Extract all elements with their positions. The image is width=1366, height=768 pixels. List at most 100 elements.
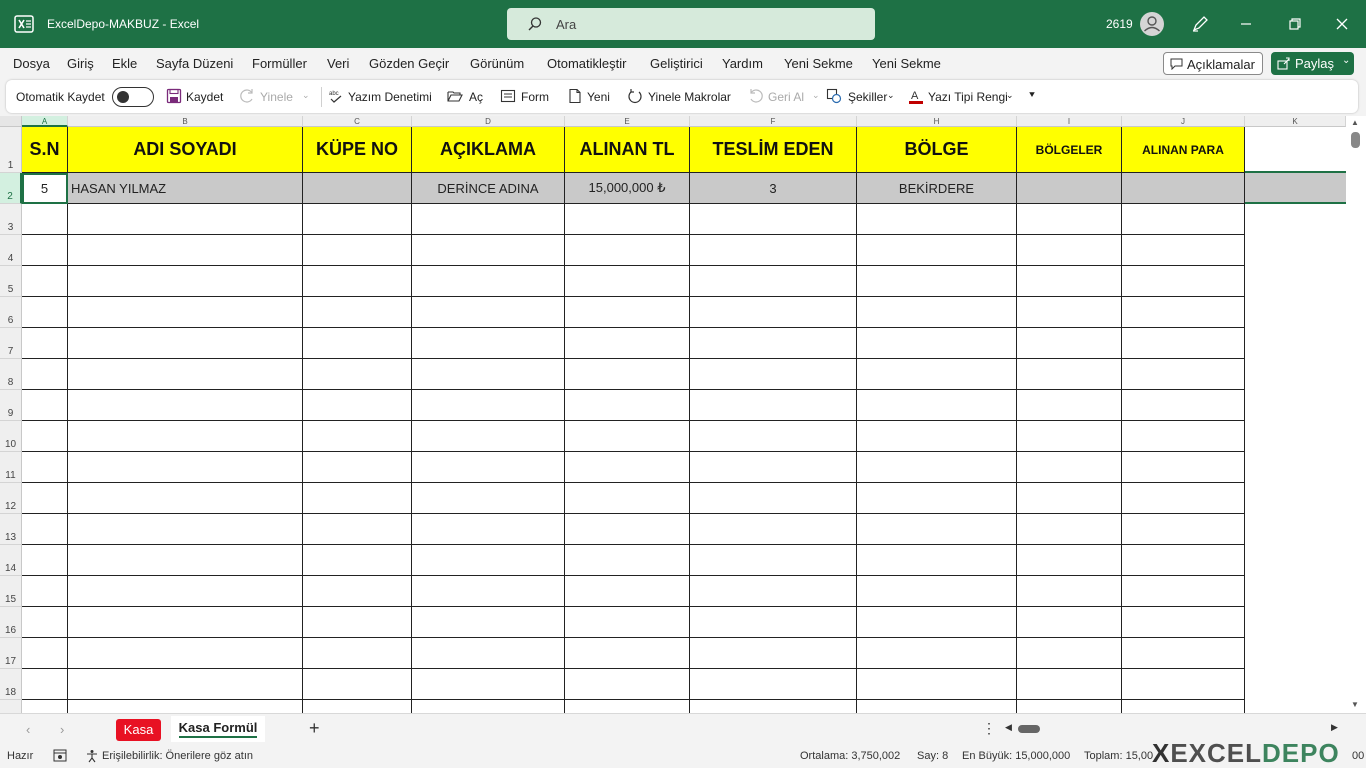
- header-cell-bolgeler[interactable]: BÖLGELER: [1017, 127, 1122, 173]
- prev-sheet-icon[interactable]: ‹: [26, 722, 30, 737]
- new-button[interactable]: Yeni: [587, 90, 610, 104]
- row-header-10[interactable]: 10: [0, 421, 22, 452]
- save-icon[interactable]: [166, 88, 182, 104]
- cell-k1[interactable]: [1245, 127, 1346, 173]
- header-cell-alinan-para[interactable]: ALINAN PARA: [1122, 127, 1245, 173]
- cell-a2[interactable]: 5: [22, 173, 68, 204]
- restore-icon[interactable]: [1282, 12, 1306, 36]
- share-button[interactable]: Paylaş ⌄: [1271, 52, 1354, 75]
- tab-yeni-sekme-1[interactable]: Yeni Sekme: [784, 56, 853, 71]
- accessibility-status[interactable]: Erişilebilirlik: Önerilere göz atın: [102, 750, 253, 762]
- column-header-b[interactable]: B: [68, 116, 303, 127]
- horizontal-scroll-thumb[interactable]: [1018, 725, 1040, 733]
- scroll-up-icon[interactable]: ▲: [1351, 118, 1359, 127]
- column-header-e[interactable]: E: [565, 116, 690, 127]
- tab-yardim[interactable]: Yardım: [722, 56, 763, 71]
- undo-icon[interactable]: [748, 88, 764, 104]
- row-header-16[interactable]: 16: [0, 607, 22, 638]
- cell-h2[interactable]: BEKİRDERE: [857, 173, 1017, 204]
- status-sum[interactable]: Toplam: 15,00: [1084, 750, 1153, 762]
- column-header-j[interactable]: J: [1122, 116, 1245, 127]
- tab-otomatiklestir[interactable]: Otomatikleştir: [547, 56, 626, 71]
- column-header-h[interactable]: H: [857, 116, 1017, 127]
- form-icon[interactable]: [500, 88, 516, 104]
- row-header-17[interactable]: 17: [0, 638, 22, 669]
- form-button[interactable]: Form: [521, 90, 549, 104]
- header-cell-alinan-tl[interactable]: ALINAN TL: [565, 127, 690, 173]
- row-header-8[interactable]: 8: [0, 359, 22, 390]
- repeat-macros-button[interactable]: Yinele Makrolar: [648, 90, 731, 104]
- tab-dosya[interactable]: Dosya: [13, 56, 50, 71]
- scroll-right-icon[interactable]: ▶: [1331, 722, 1338, 733]
- row-header-9[interactable]: 9: [0, 390, 22, 421]
- tab-sayfa-duzeni[interactable]: Sayfa Düzeni: [156, 56, 233, 71]
- cell-j2[interactable]: [1122, 173, 1245, 204]
- repeat-icon[interactable]: [627, 88, 643, 104]
- font-color-dropdown-icon[interactable]: ⌄: [1006, 90, 1014, 101]
- row-header-13[interactable]: 13: [0, 514, 22, 545]
- cell-k2[interactable]: [1245, 173, 1346, 204]
- worksheet-grid[interactable]: A B C D E F H I J K 1 2 3 4 5 6 7 8 9 10…: [0, 116, 1366, 713]
- header-cell-sn[interactable]: S.N: [22, 127, 68, 173]
- vertical-scroll-thumb[interactable]: [1351, 132, 1360, 148]
- row-header-19[interactable]: [0, 700, 22, 713]
- header-cell-bolge[interactable]: BÖLGE: [857, 127, 1017, 173]
- sheet-tab-kasa[interactable]: Kasa: [116, 719, 161, 741]
- shapes-dropdown-icon[interactable]: ⌄: [887, 90, 895, 101]
- add-sheet-icon[interactable]: +: [309, 718, 320, 739]
- column-header-f[interactable]: F: [690, 116, 857, 127]
- row-header-12[interactable]: 12: [0, 483, 22, 514]
- tab-formuller[interactable]: Formüller: [252, 56, 307, 71]
- cell-b2[interactable]: HASAN YILMAZ: [68, 173, 303, 204]
- undo-button[interactable]: Geri Al: [768, 90, 804, 104]
- avatar[interactable]: [1140, 12, 1164, 36]
- spelling-icon[interactable]: abc: [328, 88, 344, 104]
- comments-button[interactable]: Açıklamalar: [1163, 52, 1263, 75]
- open-button[interactable]: Aç: [469, 90, 483, 104]
- more-options-icon[interactable]: ⋮: [982, 720, 996, 737]
- header-cell-adi-soyadi[interactable]: ADI SOYADI: [68, 127, 303, 173]
- row-header-2[interactable]: 2: [0, 173, 22, 204]
- header-cell-kupe-no[interactable]: KÜPE NO: [303, 127, 412, 173]
- redo-dropdown-icon[interactable]: ⌄: [302, 90, 310, 101]
- shapes-icon[interactable]: [826, 88, 842, 104]
- next-sheet-icon[interactable]: ›: [60, 722, 64, 737]
- scroll-left-icon[interactable]: ◀: [1005, 722, 1012, 733]
- row-header-6[interactable]: 6: [0, 297, 22, 328]
- row-header-18[interactable]: 18: [0, 669, 22, 700]
- column-header-d[interactable]: D: [412, 116, 565, 127]
- undo-dropdown-icon[interactable]: ⌄: [812, 90, 820, 101]
- save-button[interactable]: Kaydet: [186, 90, 223, 104]
- tab-veri[interactable]: Veri: [327, 56, 349, 71]
- row-header-3[interactable]: 3: [0, 204, 22, 235]
- status-max[interactable]: En Büyük: 15,000,000: [962, 750, 1070, 762]
- status-count[interactable]: Say: 8: [917, 750, 948, 762]
- row-header-14[interactable]: 14: [0, 545, 22, 576]
- column-header-k[interactable]: K: [1245, 116, 1346, 127]
- sheet-tab-kasa-formul[interactable]: Kasa Formül: [171, 716, 265, 742]
- font-color-button[interactable]: Yazı Tipi Rengi: [928, 90, 1008, 104]
- header-cell-teslim-eden[interactable]: TESLİM EDEN: [690, 127, 857, 173]
- designer-pen-icon[interactable]: [1190, 14, 1210, 34]
- close-icon[interactable]: [1330, 12, 1354, 36]
- autosave-toggle[interactable]: [112, 87, 154, 107]
- row-header-11[interactable]: 11: [0, 452, 22, 483]
- spelling-button[interactable]: Yazım Denetimi: [348, 90, 432, 104]
- cell-e2[interactable]: 15,000,000 ₺: [565, 173, 690, 204]
- row-header-1[interactable]: 1: [0, 127, 22, 173]
- customize-qat-icon[interactable]: ⯆: [1028, 90, 1036, 101]
- font-color-icon[interactable]: A: [908, 88, 924, 104]
- tab-giris[interactable]: Giriş: [67, 56, 94, 71]
- macro-record-icon[interactable]: [53, 749, 67, 762]
- tab-gelistirici[interactable]: Geliştirici: [650, 56, 703, 71]
- tab-gozden-gecir[interactable]: Gözden Geçir: [369, 56, 449, 71]
- redo-button[interactable]: Yinele: [260, 90, 293, 104]
- search-box[interactable]: Ara: [507, 8, 875, 40]
- cell-c2[interactable]: [303, 173, 412, 204]
- new-file-icon[interactable]: [567, 88, 583, 104]
- cell-d2[interactable]: DERİNCE ADINA: [412, 173, 565, 204]
- tab-gorunum[interactable]: Görünüm: [470, 56, 524, 71]
- column-header-a[interactable]: A: [22, 116, 68, 127]
- vertical-scrollbar[interactable]: ▲ ▼: [1346, 116, 1366, 713]
- row-header-5[interactable]: 5: [0, 266, 22, 297]
